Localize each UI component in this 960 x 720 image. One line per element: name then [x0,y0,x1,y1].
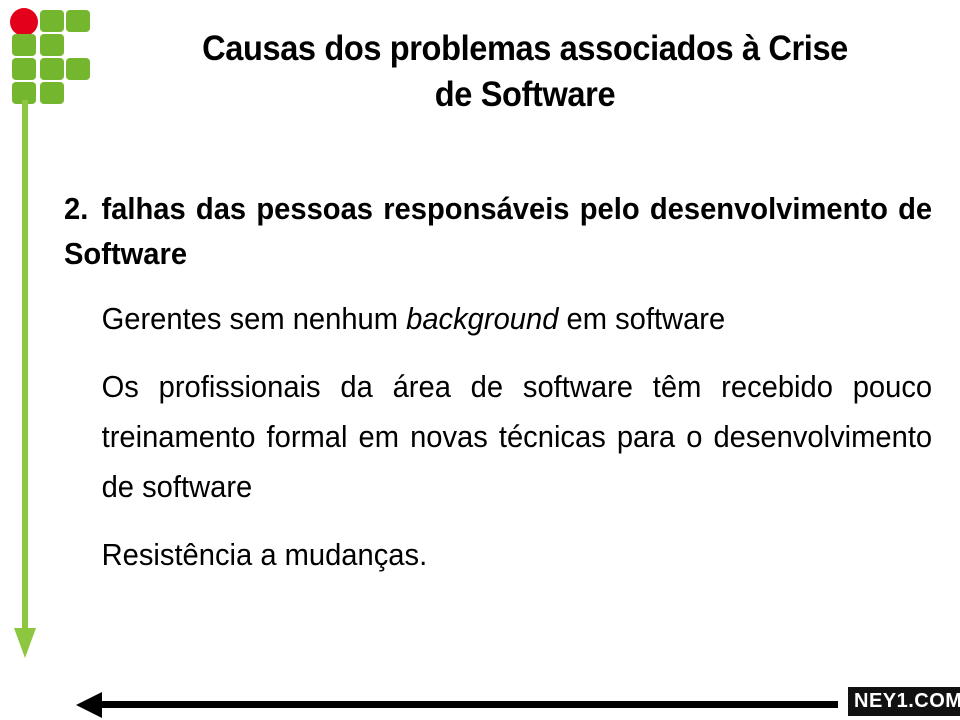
paragraph-text-before: Os profissionais da área de software têm… [101,369,933,504]
bullet-paragraph-1: Gerentes sem nenhum background em softwa… [64,294,932,344]
logo-cell [40,34,64,56]
logo-cell [12,58,36,80]
bullet-paragraph-3: Resistência a mudanças. [64,530,932,580]
paragraph-text-after: em software [558,301,726,336]
logo-cell [40,82,64,104]
arrow-down-icon [14,100,36,660]
page-title-line-1: Causas dos problemas associados à Crise [202,29,848,68]
watermark-badge: NEY1.COM [848,687,960,716]
arrow-left-icon [76,692,838,718]
arrow-shaft [98,701,838,708]
ifrn-logo-icon [10,8,90,104]
logo-cell [66,58,90,80]
logo-red-dot [10,8,38,36]
arrow-shaft [22,100,28,638]
paragraph-text-before: Gerentes sem nenhum [101,301,407,336]
logo-cell [40,58,64,80]
slide-content: 2. falhas das pessoas responsáveis pelo d… [64,186,932,580]
page-title-line-2: de Software [434,75,616,114]
arrow-head [14,628,36,658]
logo-cell [12,34,36,56]
paragraph-emphasis: background [406,301,559,336]
page-title: Causas dos problemas associados à Crise … [139,26,911,118]
list-item-number: 2. [64,191,89,226]
list-item-text: falhas das pessoas responsáveis pelo des… [64,191,933,271]
bullet-paragraph-2: Os profissionais da área de software têm… [64,362,933,512]
logo-cell [66,10,90,32]
logo-cell [40,10,64,32]
numbered-list-item: 2. falhas das pessoas responsáveis pelo d… [64,186,932,276]
paragraph-text-before: Resistência a mudanças. [101,537,428,572]
